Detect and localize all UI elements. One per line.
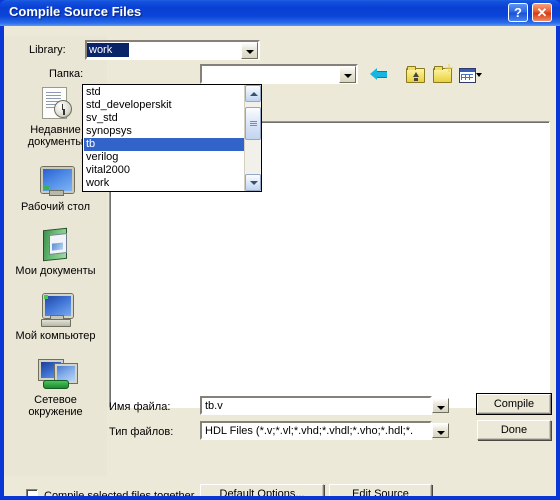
views-icon <box>459 68 476 83</box>
dialog-window: Compile Source Files ? ✕ Недавние докуме… <box>0 0 560 500</box>
chevron-down-icon <box>250 181 258 185</box>
file-type-value: HDL Files (*.v;*.vl;*.vhd;*.vhdl;*.vho;*… <box>205 425 413 437</box>
file-name-value: tb.v <box>205 400 223 412</box>
file-type-dropdown-button[interactable] <box>432 423 449 438</box>
compile-together-label: Compile selected files together <box>44 490 195 496</box>
place-label-line1: Мои документы <box>15 265 96 277</box>
list-item[interactable]: verilog <box>84 151 246 164</box>
file-type-label: Тип файлов: <box>109 426 174 438</box>
place-label-line1: Сетевое <box>34 394 77 406</box>
sparkle-icon <box>445 64 453 72</box>
place-my-computer[interactable]: Мой компьютер <box>4 292 107 342</box>
library-dropdown-list[interactable]: std std_developerskit sv_std synopsys tb… <box>82 84 262 192</box>
place-label-line2: окружение <box>28 406 83 418</box>
views-button[interactable] <box>457 64 485 85</box>
library-value-highlight: work <box>87 43 129 57</box>
file-name-label: Имя файла: <box>109 401 171 413</box>
new-folder-button[interactable] <box>431 64 453 85</box>
up-one-level-icon <box>406 66 425 83</box>
network-places-icon <box>37 356 77 392</box>
scroll-down-button[interactable] <box>245 174 261 191</box>
file-name-dropdown-button[interactable] <box>432 398 449 413</box>
library-label: Library: <box>29 44 66 56</box>
place-network-places[interactable]: Сетевое окружение <box>4 356 107 418</box>
look-in-combobox[interactable] <box>200 64 358 84</box>
scroll-up-button[interactable] <box>245 85 261 102</box>
my-documents-icon <box>37 227 75 263</box>
dropdown-scrollbar[interactable] <box>244 85 261 191</box>
title-bar[interactable]: Compile Source Files ? ✕ <box>0 0 560 26</box>
compile-together-checkbox[interactable] <box>26 489 38 496</box>
dialog-client-area: Недавние документы Рабочий стол Мои доку… <box>4 26 556 496</box>
up-one-level-button[interactable] <box>404 64 426 85</box>
done-button[interactable]: Done <box>477 420 551 440</box>
chevron-up-icon <box>250 92 258 96</box>
place-label-line1: Рабочий стол <box>20 201 91 213</box>
dropdown-items: std std_developerskit sv_std synopsys tb… <box>84 86 246 190</box>
help-button[interactable]: ? <box>508 3 528 22</box>
list-item[interactable]: sv_std <box>84 112 246 125</box>
list-item[interactable]: std <box>84 86 246 99</box>
back-arrow-icon <box>370 68 387 80</box>
list-item-selected[interactable]: tb <box>84 138 246 151</box>
library-dropdown-button[interactable] <box>241 42 258 59</box>
file-name-input[interactable]: tb.v <box>200 396 432 415</box>
my-computer-icon <box>37 292 75 328</box>
scrollbar-thumb[interactable] <box>245 107 261 140</box>
window-title: Compile Source Files <box>9 4 142 19</box>
file-type-combobox[interactable]: HDL Files (*.v;*.vl;*.vhd;*.vhdl;*.vho;*… <box>200 421 432 440</box>
look-in-label: Папка: <box>49 68 84 80</box>
list-item[interactable]: work <box>84 177 246 190</box>
recent-documents-icon <box>37 86 75 122</box>
list-item[interactable]: std_developerskit <box>84 99 246 112</box>
desktop-icon <box>37 163 75 199</box>
library-combobox[interactable]: work <box>85 40 260 60</box>
list-item[interactable]: vital2000 <box>84 164 246 177</box>
compile-button[interactable]: Compile <box>476 393 552 415</box>
close-button[interactable]: ✕ <box>532 3 552 22</box>
chevron-down-icon <box>476 73 482 77</box>
list-item[interactable]: synopsys <box>84 125 246 138</box>
place-label-line1: Мой компьютер <box>15 330 96 342</box>
look-in-dropdown-button[interactable] <box>339 66 356 83</box>
default-options-button[interactable]: Default Options... <box>200 484 324 496</box>
place-my-documents[interactable]: Мои документы <box>4 227 107 277</box>
edit-source-button[interactable]: Edit Source <box>329 484 432 496</box>
back-button[interactable] <box>370 64 396 85</box>
library-value: work <box>89 44 113 56</box>
